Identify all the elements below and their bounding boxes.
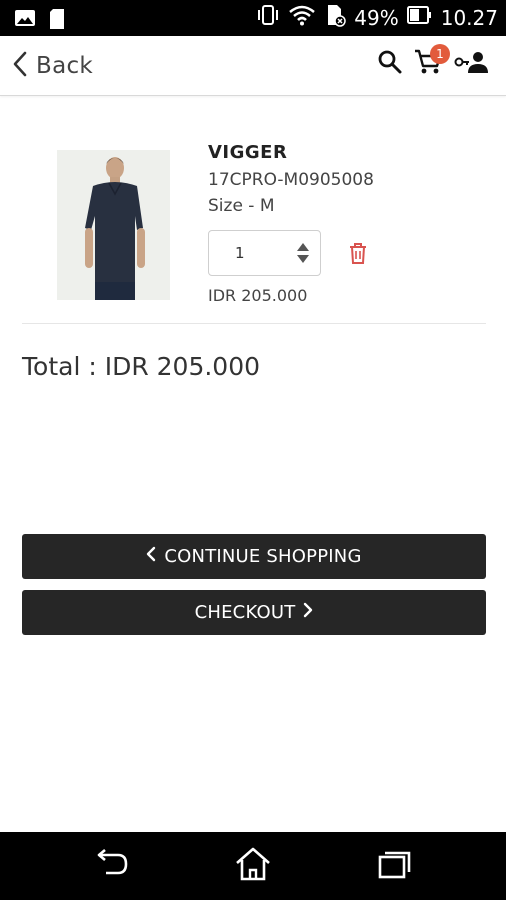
- nav-recents-button[interactable]: [372, 846, 416, 886]
- wifi-icon: [288, 4, 316, 32]
- search-button[interactable]: [372, 46, 408, 82]
- product-price: IDR 205.000: [208, 286, 308, 305]
- checkout-button[interactable]: CHECKOUT: [22, 590, 486, 635]
- recent-apps-icon: [374, 847, 414, 886]
- chevron-right-icon: [303, 602, 313, 623]
- image-notification-icon: [14, 8, 36, 35]
- cart-count-badge: 1: [430, 44, 450, 64]
- status-time: 10.27: [440, 6, 498, 30]
- status-left-icons: [14, 8, 66, 35]
- cart-total: Total : IDR 205.000: [22, 352, 261, 381]
- home-nav-icon: [233, 846, 273, 887]
- back-button[interactable]: Back: [12, 50, 93, 82]
- checkout-label: CHECKOUT: [194, 602, 296, 623]
- product-size: Size - M: [208, 196, 275, 216]
- item-info: VIGGER 17CPRO-M0905008 Size - M 1 IDR 20…: [208, 142, 478, 305]
- cart-item: VIGGER 17CPRO-M0905008 Size - M 1 IDR 20…: [22, 120, 486, 324]
- product-brand: VIGGER: [208, 142, 288, 163]
- product-image[interactable]: [57, 150, 170, 300]
- quantity-row: 1: [208, 230, 478, 276]
- nav-back-button[interactable]: [90, 846, 134, 886]
- quantity-value: 1: [235, 244, 245, 262]
- sim-no-signal-icon: [324, 3, 347, 33]
- trash-icon: [347, 243, 369, 269]
- account-icon: [454, 48, 490, 81]
- back-label: Back: [36, 53, 94, 79]
- battery-icon: [406, 4, 433, 32]
- back-nav-icon: [92, 847, 132, 886]
- cart-button[interactable]: 1: [410, 44, 450, 82]
- sd-card-icon: [48, 8, 66, 35]
- account-button[interactable]: [452, 46, 492, 82]
- chevron-left-icon: [146, 546, 156, 567]
- vibrate-icon: [256, 4, 280, 32]
- quantity-stepper[interactable]: 1: [208, 230, 321, 276]
- system-nav-bar: [0, 832, 506, 900]
- continue-shopping-button[interactable]: CONTINUE SHOPPING: [22, 534, 486, 579]
- continue-shopping-label: CONTINUE SHOPPING: [164, 546, 362, 567]
- spinner-arrows-icon[interactable]: [296, 242, 310, 264]
- nav-home-button[interactable]: [231, 846, 275, 886]
- status-bar: 49% 10.27: [0, 0, 506, 36]
- product-sku: 17CPRO-M0905008: [208, 170, 374, 190]
- battery-percent: 49%: [354, 6, 399, 30]
- delete-item-button[interactable]: [347, 241, 371, 265]
- chevron-left-icon: [12, 51, 28, 82]
- search-icon: [377, 49, 403, 80]
- status-right-cluster: 49% 10.27: [256, 4, 498, 32]
- app-header: Back 1: [0, 36, 506, 96]
